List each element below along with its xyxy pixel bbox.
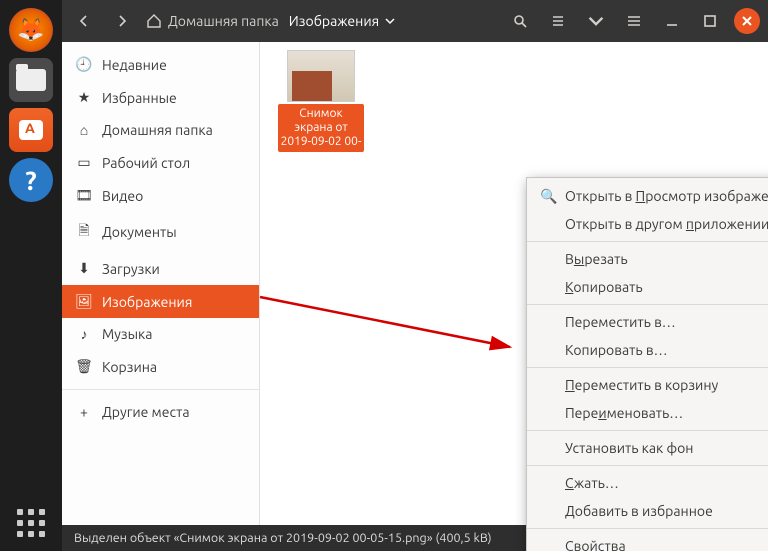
menu-move-to[interactable]: Переместить в…	[527, 308, 768, 336]
file-name: Снимок экрана от 2019-09-02 00-	[278, 104, 364, 152]
apps-grid-icon[interactable]	[17, 509, 45, 537]
file-grid[interactable]: Снимок экрана от 2019-09-02 00- 🔍 Открыт…	[260, 42, 768, 525]
menu-compress[interactable]: Сжать…	[527, 469, 768, 497]
home-icon	[146, 13, 162, 29]
menu-label: Открыть в другом приложении	[565, 216, 768, 232]
menu-rename[interactable]: Переименовать…F2	[527, 399, 768, 427]
menu-label: Копировать в…	[565, 342, 768, 358]
sidebar-item-music[interactable]: ♪ Музыка	[62, 318, 259, 350]
menu-label: Копировать	[565, 279, 768, 295]
menu-copy-to[interactable]: Копировать в…	[527, 336, 768, 364]
home-icon: ⌂	[76, 122, 92, 138]
titlebar: Домашняя папка Изображения	[62, 0, 768, 42]
launcher: 🦊 ?	[0, 0, 62, 551]
sidebar-item-recent[interactable]: 🕘 Недавние	[62, 48, 259, 81]
trash-icon: 🗑	[76, 358, 92, 375]
music-icon: ♪	[76, 326, 92, 342]
desktop-icon: ▭	[76, 154, 92, 171]
sidebar-item-favorites[interactable]: ★ Избранные	[62, 81, 259, 114]
sidebar-item-label: Корзина	[102, 359, 157, 375]
sidebar-item-home[interactable]: ⌂ Домашняя папка	[62, 114, 259, 146]
menu-label: Добавить в избранное	[565, 503, 768, 519]
star-icon: ★	[76, 89, 92, 106]
search-button[interactable]	[506, 7, 534, 35]
sidebar-item-trash[interactable]: 🗑 Корзина	[62, 350, 259, 383]
menu-label: Переименовать…	[565, 405, 768, 421]
sidebar-item-downloads[interactable]: ⬇ Загрузки	[62, 252, 259, 285]
breadcrumb-current[interactable]: Изображения	[289, 13, 395, 29]
view-options-button[interactable]	[582, 7, 610, 35]
context-menu: 🔍 Открыть в Просмотр изображений Return …	[526, 177, 768, 551]
sidebar: 🕘 Недавние ★ Избранные ⌂ Домашняя папка ▭ Ра…	[62, 42, 260, 525]
menu-move-trash[interactable]: Переместить в корзинуDelete	[527, 371, 768, 399]
maximize-button[interactable]	[696, 7, 724, 35]
view-list-button[interactable]	[544, 7, 572, 35]
breadcrumb-current-label: Изображения	[289, 13, 379, 29]
status-text: Выделен объект «Снимок экрана от 2019-09…	[74, 531, 492, 545]
sidebar-item-label: Избранные	[102, 90, 177, 106]
sidebar-item-label: Недавние	[102, 57, 167, 73]
image-icon: 🖼	[76, 293, 92, 310]
launcher-software-center[interactable]	[9, 108, 53, 152]
sidebar-item-desktop[interactable]: ▭ Рабочий стол	[62, 146, 259, 179]
sidebar-item-label: Домашняя папка	[102, 122, 213, 138]
menu-label: Вырезать	[565, 251, 768, 267]
launcher-help[interactable]: ?	[9, 158, 53, 202]
sidebar-item-label: Документы	[102, 224, 177, 240]
download-icon: ⬇	[76, 260, 92, 277]
menu-copy[interactable]: КопироватьCtrl+C	[527, 273, 768, 301]
launcher-files[interactable]	[9, 58, 53, 102]
launcher-firefox[interactable]: 🦊	[9, 8, 53, 52]
close-button[interactable]	[734, 8, 760, 34]
file-manager-window: Домашняя папка Изображения 🕘 Недавние ★ Из…	[62, 0, 768, 551]
back-button[interactable]	[70, 7, 98, 35]
sidebar-item-label: Изображения	[102, 294, 192, 310]
hamburger-menu-button[interactable]	[620, 7, 648, 35]
menu-label: Переместить в корзину	[565, 377, 768, 393]
menu-open-viewer[interactable]: 🔍 Открыть в Просмотр изображений Return	[527, 182, 768, 210]
menu-properties[interactable]: СвойстваCtrl+I	[527, 532, 768, 551]
sidebar-item-label: Рабочий стол	[102, 155, 190, 171]
menu-label: Открыть в Просмотр изображений	[565, 188, 768, 204]
file-thumbnail	[287, 50, 355, 102]
breadcrumb-home-label: Домашняя папка	[168, 13, 279, 29]
menu-label: Установить как фон	[565, 440, 768, 456]
sidebar-item-label: Другие места	[102, 404, 190, 420]
clock-icon: 🕘	[76, 56, 92, 73]
sidebar-item-pictures[interactable]: 🖼 Изображения	[62, 285, 259, 318]
menu-label: Свойства	[565, 538, 768, 551]
chevron-down-icon	[385, 16, 395, 26]
annotation-arrow	[250, 287, 540, 357]
menu-open-other[interactable]: Открыть в другом приложении	[527, 210, 768, 238]
plus-icon: +	[76, 404, 92, 420]
minimize-button[interactable]	[658, 7, 686, 35]
menu-label: Сжать…	[565, 475, 768, 491]
sidebar-item-videos[interactable]: 🎞 Видео	[62, 179, 259, 212]
sidebar-item-other-places[interactable]: + Другие места	[62, 396, 259, 428]
menu-add-favorite[interactable]: Добавить в избранное	[527, 497, 768, 525]
sidebar-item-label: Музыка	[102, 326, 152, 342]
file-item[interactable]: Снимок экрана от 2019-09-02 00-	[278, 50, 364, 152]
video-icon: 🎞	[76, 187, 92, 204]
menu-cut[interactable]: ВырезатьCtrl+X	[527, 245, 768, 273]
menu-set-background[interactable]: Установить как фон	[527, 434, 768, 462]
open-icon: 🔍	[541, 188, 557, 204]
sidebar-item-label: Загрузки	[102, 261, 160, 277]
sidebar-item-documents[interactable]: 🗎 Документы	[62, 212, 259, 252]
sidebar-item-label: Видео	[102, 188, 143, 204]
breadcrumb-home[interactable]: Домашняя папка	[146, 13, 279, 29]
document-icon: 🗎	[76, 220, 92, 244]
forward-button[interactable]	[108, 7, 136, 35]
menu-label: Переместить в…	[565, 314, 768, 330]
